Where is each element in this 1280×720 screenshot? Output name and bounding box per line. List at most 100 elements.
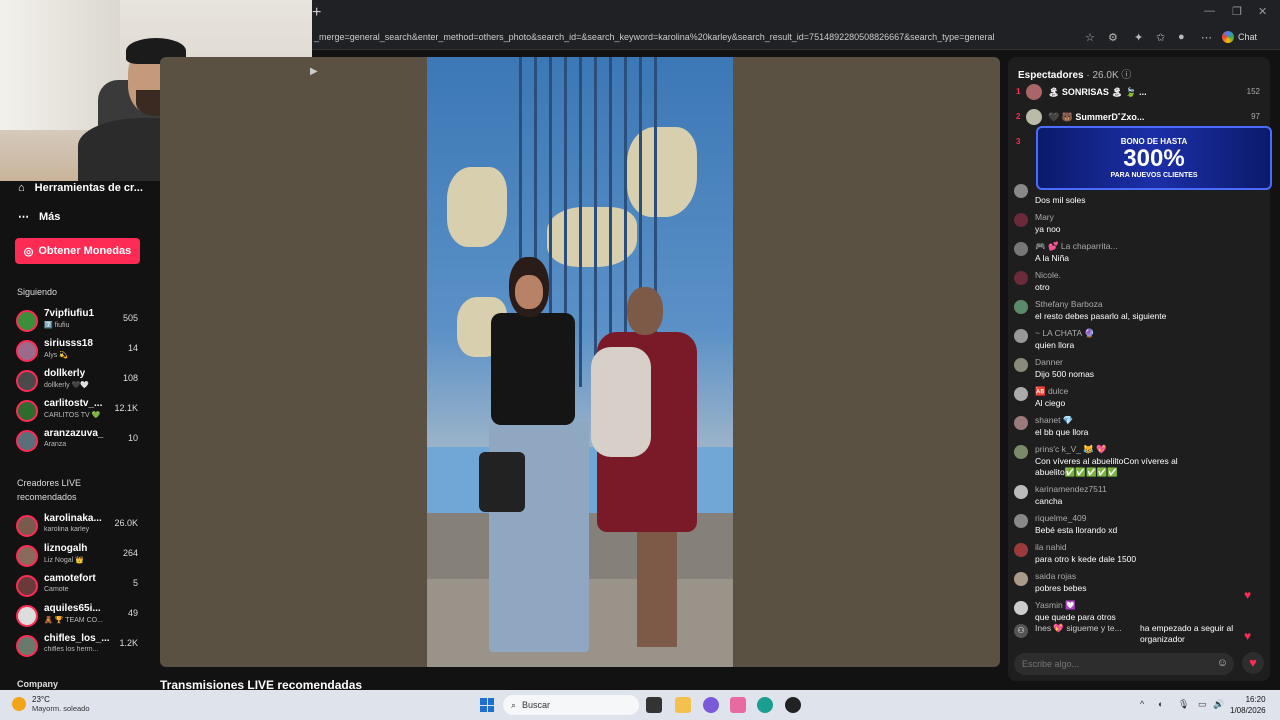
ranking-row[interactable]: 2 🖤 🐻 SummerD˚Zxo... 97 (1016, 109, 1260, 127)
copilot-chat-button[interactable]: Chat (1222, 31, 1257, 43)
child-figure (591, 347, 651, 457)
extension-icon[interactable]: ⚙ (1108, 31, 1118, 44)
chat-username[interactable]: Nicole. (1035, 270, 1061, 280)
expand-sidebar-icon[interactable]: ▶ (310, 66, 318, 77)
chat-username[interactable]: Yasmin 💟 (1035, 600, 1076, 611)
chat-text: el resto debes pasarlo al, siguiente (1035, 311, 1167, 321)
microphone-icon[interactable]: 🎙 (1178, 699, 1189, 710)
chat-username[interactable]: 🆎 dulce (1035, 386, 1068, 397)
profile-avatar-icon[interactable]: ● (1178, 31, 1185, 43)
emoji-icon[interactable]: ☺ (1217, 657, 1228, 669)
close-icon[interactable]: ✕ (1258, 5, 1267, 18)
tray-overflow-icon[interactable]: ^ (1140, 699, 1144, 709)
coin-icon: ◎ (23, 245, 34, 258)
windows-start-icon[interactable] (480, 698, 494, 712)
app-icon[interactable] (730, 697, 746, 713)
chat-username[interactable]: karinamendez7511 (1035, 484, 1107, 494)
recommended-item[interactable]: camotefort Camote 5 (16, 573, 140, 599)
viewers-label: Espectadores (1018, 70, 1084, 81)
chat-username[interactable]: Sthefany Barboza (1035, 299, 1103, 309)
url-text[interactable]: _merge=general_search&enter_method=other… (314, 32, 994, 42)
more-menu-icon[interactable]: ⋯ (1201, 31, 1212, 44)
like-heart-button[interactable]: ♥ (1242, 652, 1264, 674)
company-link[interactable]: Company (17, 677, 58, 691)
chat-username[interactable]: Ines 💖 sigueme y te... (1035, 623, 1122, 634)
chat-username[interactable]: Mary (1035, 212, 1054, 222)
chat-username[interactable]: prins'c k_V_ 😹 💖 (1035, 444, 1107, 455)
bookmark-star-icon[interactable]: ☆ (1085, 31, 1095, 44)
favorites-icon[interactable]: ✩ (1156, 31, 1165, 44)
recommended-title: Creadores LIVE recomendados (17, 478, 82, 502)
viewers-header[interactable]: Espectadores · 26.0K ⓘ (1018, 66, 1131, 81)
ranking-row[interactable]: 1 🏝 SONRISAS 🏝 🍃 ... 152 (1016, 84, 1260, 102)
app-icon[interactable] (703, 697, 719, 713)
chat-username[interactable]: ~ LA CHATA 🔮 (1035, 328, 1095, 339)
rank-number: 1 (1016, 87, 1021, 96)
account-name: aquiles65i... (44, 603, 101, 614)
restore-icon[interactable]: ❐ (1232, 5, 1242, 18)
recommended-item[interactable]: liznogalh Liz Nogal 👑 264 (16, 543, 140, 569)
nav-tools[interactable]: ⌂ Herramientas de cr... (18, 182, 143, 194)
chat-username[interactable]: ila nahid (1035, 542, 1067, 552)
network-icon[interactable]: ▭ (1198, 699, 1207, 710)
task-view-icon[interactable] (646, 697, 662, 713)
info-icon[interactable]: ⓘ (1121, 70, 1131, 81)
account-nickname: chifles los herm... (44, 646, 99, 653)
chat-input-box[interactable]: ☺ (1014, 653, 1234, 675)
new-tab-button[interactable]: + (312, 4, 321, 22)
nav-more[interactable]: ⋯ Más (18, 210, 60, 224)
following-item[interactable]: 7vipfiufiu1 7️⃣ fiufiu 505 (16, 308, 140, 334)
chat-username[interactable]: 🎮 💕 La chaparrita... (1035, 241, 1118, 252)
chat-text: que quede para otros (1035, 612, 1116, 622)
edge-browser-icon[interactable] (757, 697, 773, 713)
chat-username[interactable]: Danner (1035, 357, 1063, 367)
file-explorer-icon[interactable] (675, 697, 691, 713)
following-title: Siguiendo (17, 287, 58, 297)
avatar (1014, 416, 1028, 430)
chat-text: quien llora (1035, 340, 1075, 350)
promo-banner[interactable]: BONO DE HASTA 300% PARA NUEVOS CLIENTES (1036, 126, 1272, 190)
volume-icon[interactable]: 🔊 (1213, 699, 1224, 710)
following-item[interactable]: siriusss18 Alys 💫 14 (16, 338, 140, 364)
app-icon[interactable] (785, 697, 801, 713)
ranking-name: 🏝 SONRISAS 🏝 🍃 ... (1048, 87, 1147, 97)
avatar (16, 370, 38, 392)
chat-username[interactable]: saida rojas (1035, 571, 1076, 581)
following-item[interactable]: carlitostv_... CARLITOS TV 💚 12.1K (16, 398, 140, 424)
chat-username[interactable]: shanet 💎 (1035, 415, 1073, 426)
account-name: liznogalh (44, 543, 88, 554)
clock[interactable]: 16:20 1/08/2026 (1230, 694, 1266, 716)
promo-line3: PARA NUEVOS CLIENTES (1110, 172, 1198, 179)
promo-line2: 300% (1123, 145, 1185, 172)
search-icon: ⌕ (511, 699, 517, 710)
chat-text: Al ciego (1035, 398, 1066, 408)
peeling-paint (447, 167, 507, 247)
chat-username[interactable]: riquelme_409 (1035, 513, 1087, 523)
girl-bag (479, 452, 525, 512)
avatar (1014, 300, 1028, 314)
live-video[interactable] (427, 57, 733, 667)
taskbar-search[interactable]: ⌕ Buscar (503, 695, 639, 715)
following-item[interactable]: dollkerly dollkerly 🖤🤍 108 (16, 368, 140, 394)
minimize-icon[interactable]: — (1204, 5, 1215, 17)
chat-text: para otro k kede dale 1500 (1035, 554, 1137, 564)
avatar (16, 310, 38, 332)
viewer-count: 108 (122, 373, 138, 383)
chat-text: A la Niña (1035, 253, 1070, 263)
get-coins-button[interactable]: ◎ Obtener Monedas (15, 238, 140, 264)
extension-puzzle-icon[interactable]: ✦ (1134, 31, 1143, 44)
chat-input[interactable] (1014, 653, 1184, 675)
floating-heart-icon: ♥ (1244, 629, 1252, 643)
recommended-item[interactable]: karolinaka... karolina karley 26.0K (16, 513, 140, 539)
following-item[interactable]: aranzazuva_ Aranza 10 (16, 428, 140, 454)
account-nickname: Liz Nogal 👑 (44, 557, 84, 564)
recommended-item[interactable]: aquiles65i... 🧸 🏆 TEAM CO... 49 (16, 603, 140, 629)
nav-tools-label: Herramientas de cr... (34, 182, 143, 194)
recommended-item[interactable]: chifles_los_... chifles los herm... 1.2K (16, 633, 140, 659)
weather-widget[interactable]: 23°C Mayorm. soleado (12, 695, 90, 713)
avatar (1014, 543, 1028, 557)
viewers-count: · 26.0K (1086, 70, 1119, 81)
avatar (16, 635, 38, 657)
live-video-container[interactable] (160, 57, 1000, 667)
tray-app-icon[interactable]: ◐ (1158, 699, 1163, 709)
